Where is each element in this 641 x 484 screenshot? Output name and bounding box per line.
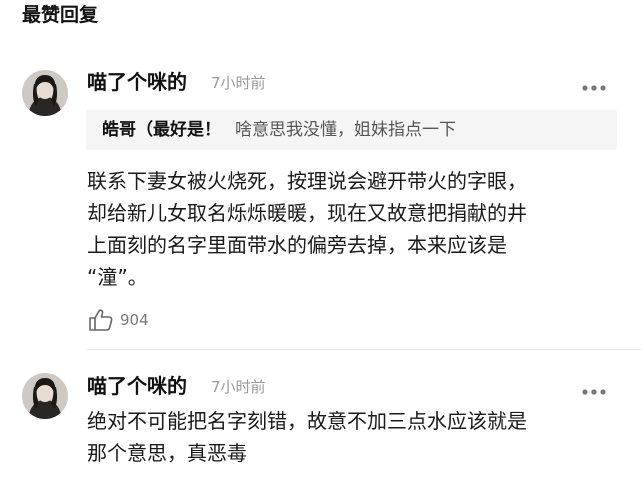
quoted-reply-body: 啥意思我没懂，姐妹指点一下: [235, 120, 456, 140]
avatar-portrait-icon: [22, 373, 68, 419]
quoted-reply-author[interactable]: 皓哥（最好是！: [102, 120, 221, 140]
more-options-button[interactable]: [582, 382, 606, 395]
section-title: 最赞回复: [22, 4, 99, 26]
more-dots-icon: [582, 389, 606, 395]
comment-body-line: 那个意思，真恶毒: [87, 441, 247, 465]
like-button[interactable]: 904: [88, 308, 168, 332]
comment-username[interactable]: 喵了个咪的: [87, 373, 187, 399]
comment-username[interactable]: 喵了个咪的: [87, 69, 187, 95]
thumbs-up-icon: [89, 309, 113, 331]
comment-body-line: 上面刻的名字里面带水的偏旁去掉，本来应该是: [87, 233, 507, 257]
quoted-reply[interactable]: 皓哥（最好是！ 啥意思我没懂，姐妹指点一下: [86, 110, 617, 150]
more-dots-icon: [582, 85, 606, 91]
comment-body-line: 绝对不可能把名字刻错，故意不加三点水应该就是: [87, 409, 527, 433]
avatar-portrait-icon: [22, 70, 68, 116]
like-count: 904: [120, 311, 149, 329]
replies-page: 最赞回复 喵了个咪的 7小时前 皓哥（最好是！ 啥意思我没懂，姐妹指点一下 联系…: [0, 0, 641, 484]
quoted-reply-text: 皓哥（最好是！ 啥意思我没懂，姐妹指点一下: [102, 110, 456, 150]
avatar[interactable]: [22, 70, 68, 116]
comment-body: 绝对不可能把名字刻错，故意不加三点水应该就是 那个意思，真恶毒: [87, 405, 617, 469]
comment-body-line: 联系下妻女被火烧死，按理说会避开带火的字眼，: [87, 169, 527, 193]
comment-body-line: 却给新儿女取名烁烁暖暖，现在又故意把捐献的井: [87, 201, 527, 225]
avatar[interactable]: [22, 373, 68, 419]
comment-divider: [87, 349, 641, 350]
comment-body: 联系下妻女被火烧死，按理说会避开带火的字眼， 却给新儿女取名烁烁暖暖，现在又故意…: [87, 165, 617, 293]
comment-timestamp: 7小时前: [211, 378, 266, 396]
comment-body-line: “潼”。: [87, 265, 148, 289]
comment-timestamp: 7小时前: [211, 74, 266, 92]
more-options-button[interactable]: [582, 78, 606, 91]
